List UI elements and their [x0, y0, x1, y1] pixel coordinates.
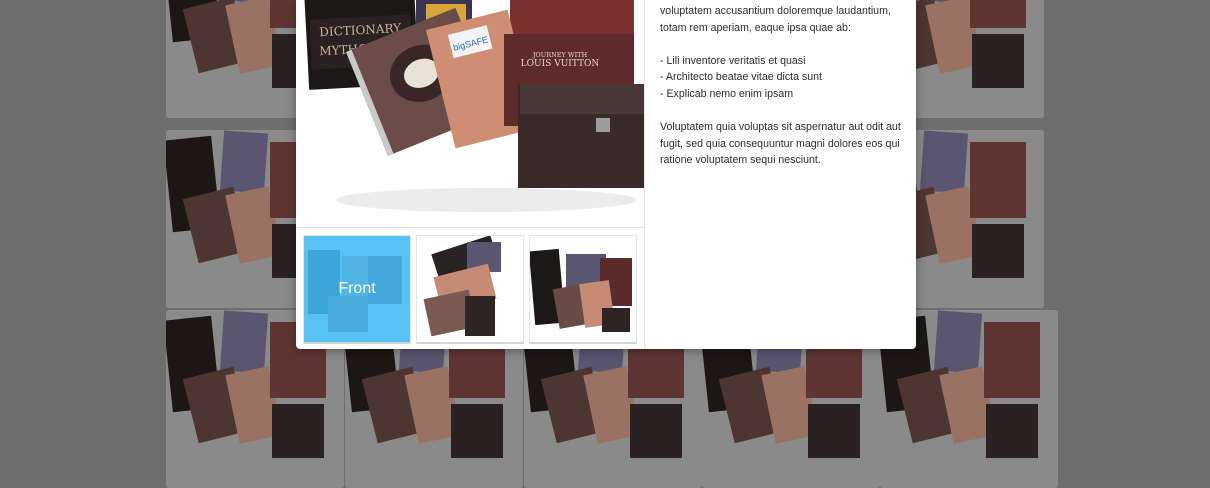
- thumbnail-label: Front: [338, 280, 376, 297]
- description-bullet: - Explicab nemo enim ipsam: [660, 87, 794, 100]
- main-product-image: DICTIONARY MYTHOLOGY: [296, 0, 644, 228]
- product-modal: DICTIONARY MYTHOLOGY: [296, 0, 916, 349]
- description-intro: voluptatem accusantium doloremque laudan…: [660, 5, 891, 34]
- product-gallery: DICTIONARY MYTHOLOGY: [296, 0, 645, 349]
- product-collage-illustration: DICTIONARY MYTHOLOGY: [304, 0, 644, 212]
- thumbnail-angle[interactable]: [416, 235, 524, 344]
- thumbnail-strip: Front: [296, 228, 644, 349]
- brochure-label-line2: LOUIS VUITTON: [521, 59, 600, 69]
- thumbnail-front[interactable]: Front: [303, 235, 411, 344]
- thumbnail-front-overlay: Front: [304, 236, 410, 342]
- description-outro: Voluptatem quia voluptas sit aspernatur …: [660, 121, 901, 167]
- description-bullet: - Lili inventore veritatis et quasi: [660, 54, 806, 67]
- brochure-label-line1: JOURNEY WITH: [532, 51, 588, 59]
- description-bullet: - Architecto beatae vitae dicta sunt: [660, 71, 822, 84]
- thumbnail-collage[interactable]: [529, 235, 637, 344]
- product-description: voluptatem accusantium doloremque laudan…: [660, 0, 906, 169]
